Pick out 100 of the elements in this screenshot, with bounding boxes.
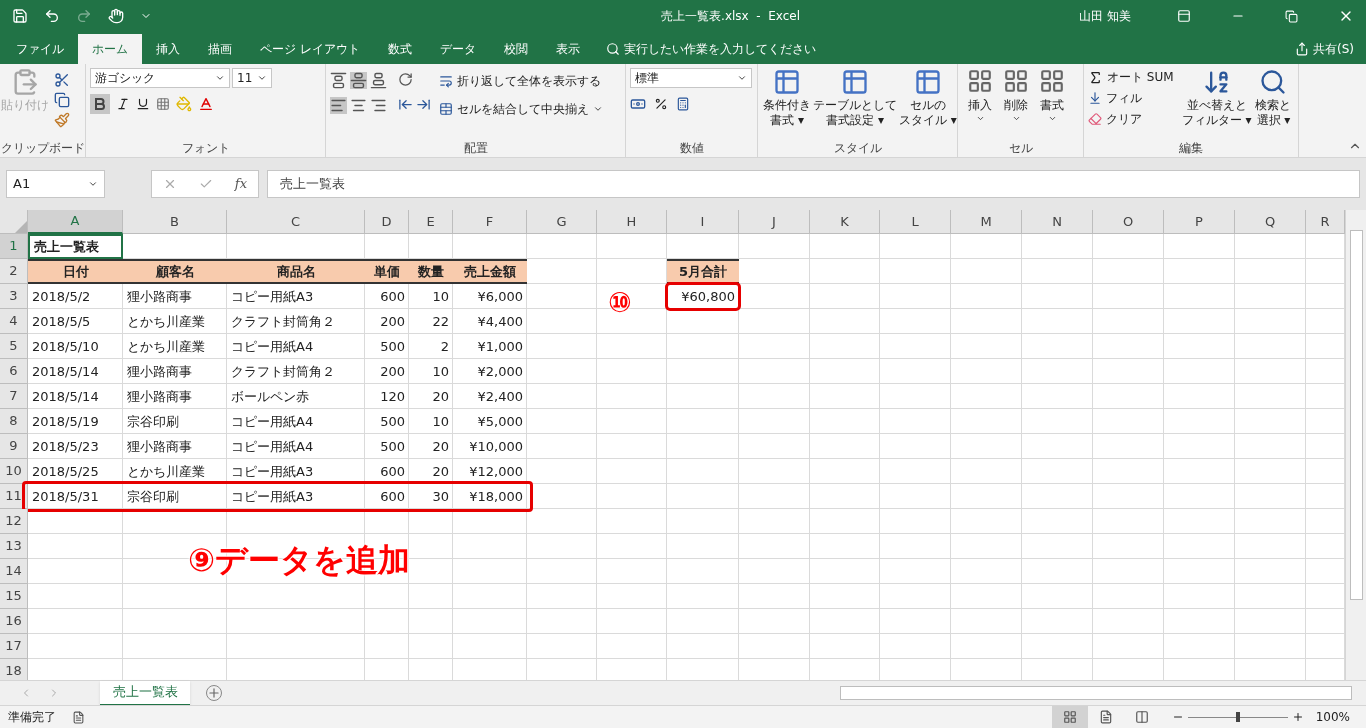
column-header[interactable]: H (597, 210, 667, 234)
indent-decrease-icon[interactable] (398, 97, 413, 112)
sort-filter-button[interactable]: 並べ替えと フィルター ▾ (1181, 98, 1252, 128)
currency-icon[interactable] (630, 96, 646, 112)
column-header[interactable]: A (28, 210, 123, 234)
row-header[interactable]: 6 (0, 359, 28, 384)
row-header[interactable]: 10 (0, 459, 28, 484)
row-header[interactable]: 3 (0, 284, 28, 309)
column-header[interactable]: C (227, 210, 365, 234)
underline-icon[interactable] (136, 97, 150, 111)
middle-align-icon[interactable] (350, 72, 367, 89)
align-right-icon[interactable] (370, 97, 387, 114)
table-cell-text: コピー用紙A4 (230, 337, 315, 356)
insert-function-button[interactable]: fx (234, 174, 247, 194)
zoom-thumb[interactable] (1235, 712, 1240, 722)
ribbon-display-icon[interactable] (1177, 9, 1191, 23)
row-header[interactable]: 18 (0, 659, 28, 680)
cells-button[interactable]: 削除 (1004, 96, 1028, 114)
wrap-text-button[interactable]: 折り返して全体を表示する (457, 72, 601, 90)
cells-button[interactable]: 書式 (1040, 96, 1064, 114)
italic-icon[interactable] (116, 97, 130, 111)
autosum-button[interactable]: オート SUM (1107, 68, 1174, 86)
ribbon-tab[interactable]: 表示 (541, 34, 594, 64)
row-header[interactable]: 1 (0, 234, 28, 259)
row-header[interactable]: 5 (0, 334, 28, 359)
ribbon-tab[interactable]: 挿入 (142, 34, 194, 64)
scissors-icon[interactable] (54, 72, 70, 88)
ribbon-tab[interactable]: データ (425, 34, 490, 64)
column-header[interactable]: B (123, 210, 227, 234)
row-header[interactable]: 17 (0, 634, 28, 659)
font-name-field[interactable]: 游ゴシック (90, 68, 230, 88)
sheet-tab[interactable]: 売上一覧表 (100, 680, 190, 706)
column-header[interactable]: P (1164, 210, 1235, 234)
ribbon-tab[interactable]: 数式 (373, 34, 426, 64)
merge-center-button[interactable]: セルを結合して中央揃え (457, 100, 589, 118)
copy-icon[interactable] (54, 92, 70, 108)
save-icon[interactable] (12, 8, 28, 24)
font-color-icon[interactable] (198, 96, 214, 112)
document-icon[interactable] (72, 710, 85, 724)
cells-button[interactable]: 挿入 (968, 96, 992, 114)
ribbon-tab[interactable]: ページ レイアウト (246, 34, 374, 64)
column-header[interactable]: G (527, 210, 597, 234)
zoom-slider[interactable] (1187, 712, 1288, 722)
top-align-icon[interactable] (330, 72, 347, 89)
new-sheet-icon[interactable] (206, 685, 222, 701)
column-header[interactable]: N (1022, 210, 1093, 234)
row-header[interactable]: 4 (0, 309, 28, 334)
tell-me-field[interactable]: 実行したい作業を入力してください (623, 40, 816, 58)
percent-icon[interactable] (654, 97, 668, 111)
row-header[interactable]: 15 (0, 584, 28, 609)
column-header[interactable]: I (667, 210, 739, 234)
bold-button[interactable] (90, 94, 110, 114)
style-button[interactable]: セルの スタイル ▾ (899, 98, 957, 128)
column-header[interactable]: F (453, 210, 527, 234)
rotate-icon[interactable] (398, 72, 413, 87)
ribbon-tab[interactable]: 校閲 (489, 34, 542, 64)
zoom-in-icon[interactable] (1291, 711, 1304, 723)
row-header[interactable]: 9 (0, 434, 28, 459)
undo-icon[interactable] (44, 8, 60, 24)
column-header[interactable]: L (880, 210, 951, 234)
row-header[interactable]: 14 (0, 559, 28, 584)
horizontal-scrollbar[interactable] (840, 686, 1352, 700)
row-header[interactable]: 8 (0, 409, 28, 434)
style-button[interactable]: 条件付き 書式 ▾ (763, 98, 811, 128)
column-header[interactable]: J (739, 210, 810, 234)
row-header[interactable]: 16 (0, 609, 28, 634)
fill-button[interactable]: フィル (1106, 89, 1142, 107)
share-button[interactable]: 共有(S) (1313, 40, 1354, 58)
formula-field[interactable]: 売上一覧表 (267, 170, 1360, 198)
align-left-icon[interactable] (330, 97, 347, 114)
column-header[interactable]: E (409, 210, 453, 234)
find-select-button[interactable]: 検索と 選択 ▾ (1255, 98, 1292, 128)
share-icon[interactable] (1295, 42, 1309, 56)
borders-icon[interactable] (156, 97, 170, 111)
align-center-icon[interactable] (350, 97, 367, 114)
ribbon-tab[interactable]: 描画 (194, 34, 246, 64)
number-format-field[interactable]: 標準 (630, 68, 752, 88)
column-header[interactable]: D (365, 210, 409, 234)
column-header[interactable]: O (1093, 210, 1164, 234)
ribbon-tab[interactable]: ファイル (2, 34, 78, 64)
hand-icon[interactable] (108, 8, 124, 24)
row-header[interactable]: 13 (0, 534, 28, 559)
name-box[interactable]: A1 (6, 170, 105, 198)
restore-icon[interactable] (1285, 9, 1298, 23)
indent-increase-icon[interactable] (416, 97, 431, 112)
bottom-align-icon[interactable] (370, 72, 387, 89)
view-button[interactable] (1051, 705, 1088, 728)
row-header[interactable]: 12 (0, 509, 28, 534)
clear-button[interactable]: クリア (1106, 110, 1142, 128)
font-size-field[interactable]: 11 (232, 68, 272, 88)
row-header[interactable]: 2 (0, 259, 28, 284)
ribbon-tab[interactable]: ホーム (78, 34, 142, 64)
style-button[interactable]: テーブルとして 書式設定 ▾ (813, 98, 897, 128)
row-header[interactable]: 7 (0, 384, 28, 409)
column-header[interactable]: M (951, 210, 1022, 234)
column-header[interactable]: Q (1235, 210, 1306, 234)
paintbrush-icon[interactable] (54, 112, 70, 128)
vertical-scrollbar[interactable] (1345, 210, 1366, 680)
check-icon[interactable] (198, 177, 213, 191)
column-header[interactable]: K (810, 210, 880, 234)
